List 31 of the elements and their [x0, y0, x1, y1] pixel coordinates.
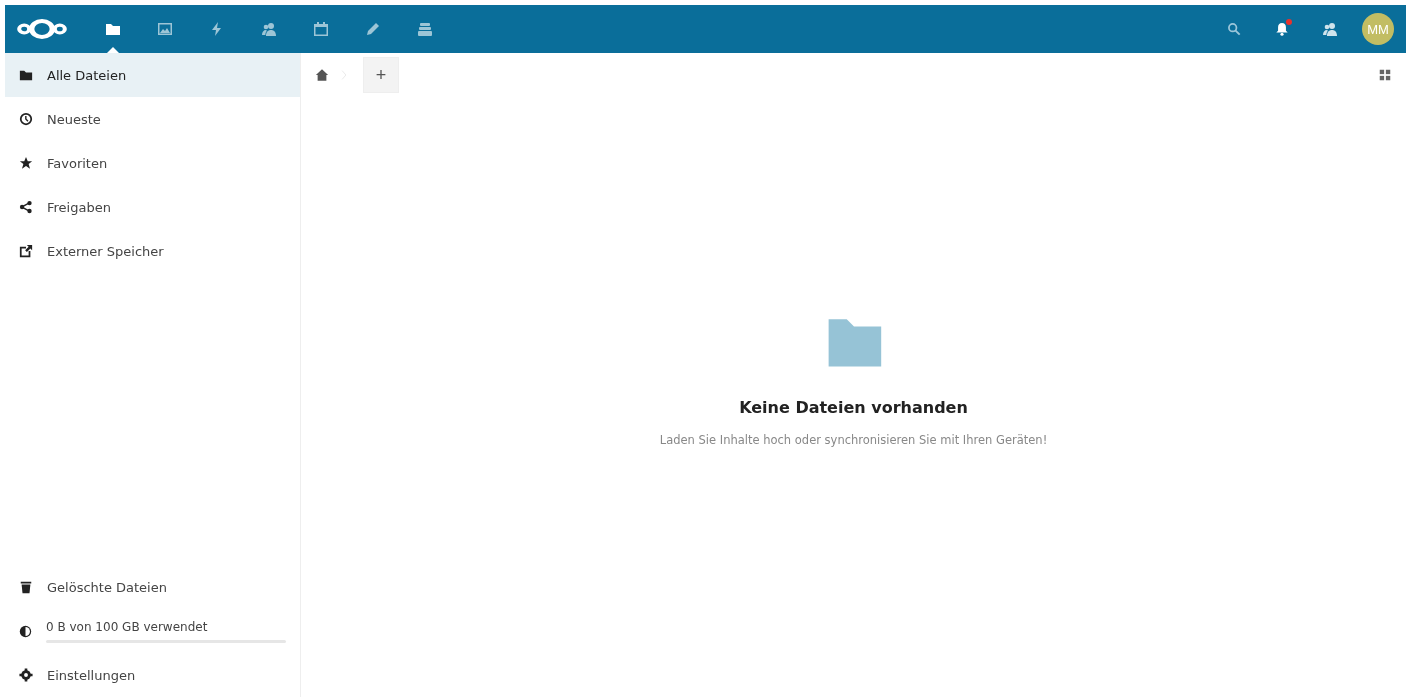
pencil-icon: [365, 21, 381, 37]
folder-icon: [105, 21, 121, 37]
sidebar-item[interactable]: Favoriten: [5, 141, 300, 185]
contacts-icon: [1322, 21, 1338, 37]
bell-icon: [1275, 22, 1289, 36]
sidebar-item[interactable]: Gelöschte Dateien: [5, 565, 300, 609]
empty-state-title: Keine Dateien vorhanden: [739, 398, 968, 417]
trash-icon: [19, 580, 33, 594]
grid-view-icon[interactable]: [1378, 68, 1392, 82]
star-icon: [19, 156, 33, 170]
settings-item[interactable]: Einstellungen: [5, 653, 300, 697]
gear-icon: [19, 668, 33, 682]
sidebar-item[interactable]: Alle Dateien: [5, 53, 300, 97]
calendar-icon: [313, 21, 329, 37]
home-icon: [315, 68, 329, 82]
sidebar-item[interactable]: Externer Speicher: [5, 229, 300, 273]
sidebar-item[interactable]: Neueste: [5, 97, 300, 141]
empty-state-message: Laden Sie Inhalte hoch oder synchronisieren Sie mit Ihren Geräten!: [659, 433, 1048, 447]
new-button[interactable]: +: [363, 57, 399, 93]
folder-icon: [19, 68, 33, 82]
sidebar-item[interactable]: Freigaben: [5, 185, 300, 229]
pie-icon: [19, 624, 32, 638]
stack-icon: [417, 21, 433, 37]
image-icon: [157, 21, 173, 37]
storage-usage-text: 0 B von 100 GB verwendet: [46, 619, 209, 634]
clock-icon: [19, 112, 33, 126]
search-icon: [1227, 22, 1241, 36]
contacts-icon: [261, 21, 277, 37]
logo: [17, 17, 67, 41]
share-icon: [19, 200, 33, 214]
external-link-icon: [19, 244, 33, 258]
